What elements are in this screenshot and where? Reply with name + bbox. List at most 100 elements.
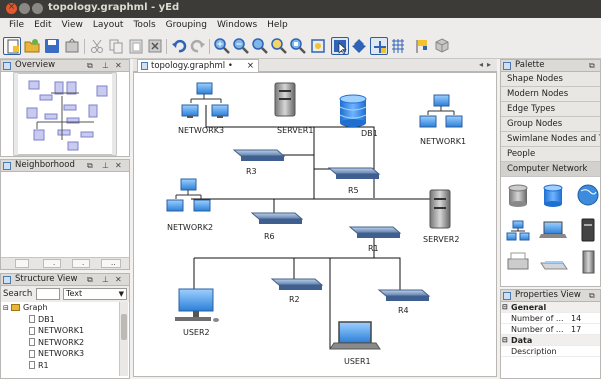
search-input[interactable] xyxy=(36,288,60,300)
grid-button[interactable] xyxy=(389,37,407,55)
neighborhood-tab[interactable]: . xyxy=(72,259,90,268)
neighborhood-tab[interactable] xyxy=(15,259,29,268)
zoom-selection-button[interactable] xyxy=(289,37,307,55)
snapping-button[interactable] xyxy=(370,37,388,55)
node-user2[interactable]: USER2 xyxy=(175,288,219,337)
pin-icon[interactable]: ⊥ xyxy=(102,160,109,171)
edit-mode-button[interactable] xyxy=(331,37,349,55)
node-r3[interactable]: R3 xyxy=(232,149,286,176)
palette-section-group-nodes[interactable]: Group Nodes xyxy=(501,117,600,132)
node-user1[interactable]: USER1 xyxy=(329,321,381,366)
undo-button[interactable] xyxy=(170,37,188,55)
tree-item[interactable]: NETWORK3 xyxy=(3,348,129,360)
collapse-icon[interactable]: ⊟ xyxy=(3,304,9,312)
pin-icon[interactable]: ⊥ xyxy=(102,60,109,71)
node-r6[interactable]: R6 xyxy=(250,212,304,241)
node-server2[interactable]: SERVER2 xyxy=(423,189,459,244)
minimize-window-button[interactable] xyxy=(19,3,30,14)
tree-item[interactable]: NETWORK1 xyxy=(3,325,129,337)
menu-tools[interactable]: Tools xyxy=(128,18,160,34)
menu-layout[interactable]: Layout xyxy=(88,18,129,34)
palette-section-shape-nodes[interactable]: Shape Nodes xyxy=(501,72,600,87)
tree-item[interactable]: NETWORK2 xyxy=(3,337,129,349)
node-network3[interactable]: NETWORK3 xyxy=(178,82,229,135)
node-network2[interactable]: NETWORK2 xyxy=(166,178,213,232)
node-network1[interactable]: NETWORK1 xyxy=(419,94,466,146)
maximize-window-button[interactable] xyxy=(32,3,43,14)
navigation-mode-button[interactable] xyxy=(350,37,368,55)
palette-item-database[interactable] xyxy=(508,184,528,207)
palette-item-network[interactable] xyxy=(506,220,530,241)
zoom-in-button[interactable] xyxy=(213,37,231,55)
close-tab-icon[interactable]: × xyxy=(247,60,254,72)
node-r4[interactable]: R4 xyxy=(377,289,431,315)
paste-button[interactable] xyxy=(127,37,145,55)
neighborhood-tab[interactable]: .. xyxy=(101,259,121,268)
pin-icon[interactable]: ⊥ xyxy=(102,274,109,285)
node-r1[interactable]: R1 xyxy=(348,226,402,253)
node-db1[interactable]: DB1 xyxy=(339,94,378,138)
zoom-out-button[interactable] xyxy=(232,37,250,55)
close-icon[interactable]: ✕ xyxy=(115,160,122,171)
flag-button[interactable] xyxy=(412,37,430,55)
menu-edit[interactable]: Edit xyxy=(29,18,56,34)
zoom-area-button[interactable] xyxy=(270,37,288,55)
float-icon[interactable]: ⧉ xyxy=(589,60,595,71)
tree-item[interactable]: R1 xyxy=(3,360,129,372)
palette-section-people[interactable]: People xyxy=(501,147,600,162)
menu-view[interactable]: View xyxy=(57,18,88,34)
palette-section-swimlane-nodes[interactable]: Swimlane Nodes and T... xyxy=(501,132,600,147)
zoom-100-button[interactable] xyxy=(251,37,269,55)
node-r2[interactable]: R2 xyxy=(270,278,324,304)
overview-thumbnail[interactable] xyxy=(1,72,129,156)
export-button[interactable] xyxy=(63,37,81,55)
float-icon[interactable]: ⧉ xyxy=(87,274,93,285)
delete-button[interactable] xyxy=(146,37,164,55)
float-icon[interactable]: ⧉ xyxy=(87,60,93,71)
close-icon[interactable]: ✕ xyxy=(115,60,122,71)
properties-section-data[interactable]: ⊟ Data xyxy=(501,335,600,346)
palette-section-edge-types[interactable]: Edge Types xyxy=(501,102,600,117)
node-server1[interactable]: SERVER1 xyxy=(274,82,313,135)
new-document-button[interactable] xyxy=(3,37,21,55)
graph-canvas[interactable]: NETWORK3 SERVER1 DB1 NETWORK1 R3 R5 NETW… xyxy=(133,72,497,377)
plugin-button[interactable] xyxy=(433,37,451,55)
close-icon[interactable]: ✕ xyxy=(115,274,122,285)
search-mode-select[interactable]: Text ▼ xyxy=(63,288,127,300)
menu-file[interactable]: File xyxy=(4,18,29,34)
tab-scroll-right-icon[interactable]: ▸ xyxy=(487,60,491,69)
menu-windows[interactable]: Windows xyxy=(212,18,262,34)
network-diagram[interactable]: NETWORK3 SERVER1 DB1 NETWORK1 R3 R5 NETW… xyxy=(134,73,497,377)
palette-section-modern-nodes[interactable]: Modern Nodes xyxy=(501,87,600,102)
tab-scroll-left-icon[interactable]: ◂ xyxy=(479,60,483,69)
float-icon[interactable]: ⧉ xyxy=(589,290,595,301)
menu-grouping[interactable]: Grouping xyxy=(161,18,212,34)
fit-content-button[interactable] xyxy=(309,37,327,55)
close-window-button[interactable]: × xyxy=(6,2,17,14)
redo-button[interactable] xyxy=(189,37,207,55)
cut-button[interactable] xyxy=(88,37,106,55)
palette-item-laptop[interactable] xyxy=(539,221,567,238)
neighborhood-tab[interactable]: . xyxy=(43,259,61,268)
menu-help[interactable]: Help xyxy=(262,18,293,34)
palette-item-server[interactable] xyxy=(581,218,595,242)
save-button[interactable] xyxy=(43,37,61,55)
scroll-thumb[interactable] xyxy=(121,314,127,340)
node-r5[interactable]: R5 xyxy=(327,167,381,195)
tree-scrollbar[interactable] xyxy=(119,302,128,376)
float-icon[interactable]: ⧉ xyxy=(87,160,93,171)
open-button[interactable] xyxy=(23,37,41,55)
tree-item[interactable]: DB1 xyxy=(3,314,129,326)
palette-item-globe[interactable] xyxy=(577,184,599,206)
properties-section-general[interactable]: ⊟ General xyxy=(501,302,600,313)
tree-root[interactable]: ⊟ Graph xyxy=(3,302,129,314)
palette-item-scanner[interactable] xyxy=(540,261,568,270)
palette-item-db-blue[interactable] xyxy=(543,184,563,207)
copy-button[interactable] xyxy=(107,37,125,55)
collapse-icon[interactable]: ⊟ xyxy=(502,335,508,345)
collapse-icon[interactable]: ⊟ xyxy=(502,302,508,312)
palette-item-tower[interactable] xyxy=(582,250,595,274)
palette-item-printer[interactable] xyxy=(507,252,529,270)
document-tab[interactable]: topology.graphml • × xyxy=(137,59,259,72)
palette-section-computer-network[interactable]: Computer Network xyxy=(501,162,600,177)
